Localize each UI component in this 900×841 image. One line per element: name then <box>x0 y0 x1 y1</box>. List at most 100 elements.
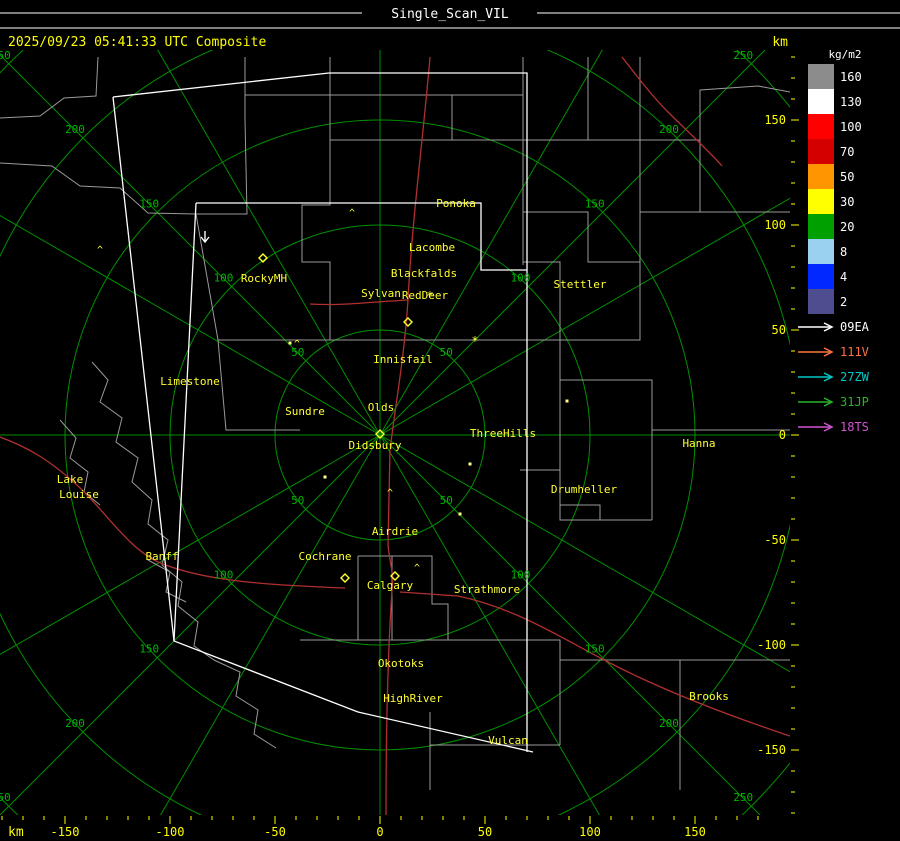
city-label: Sundre <box>285 405 325 418</box>
city-label: Strathmore <box>454 583 520 596</box>
legend-swatch <box>808 264 834 289</box>
legend-swatch <box>808 239 834 264</box>
right-axis-label: -50 <box>764 533 786 547</box>
city-label: Calgary <box>367 579 414 592</box>
city-label: Drumheller <box>551 483 618 496</box>
legend-swatch <box>808 89 834 114</box>
legend-value-label: 20 <box>840 220 854 234</box>
radar-id-label: 18TS <box>840 420 869 434</box>
range-label: 50 <box>291 494 304 507</box>
city-label: Lacombe <box>409 241 455 254</box>
right-axis-label: 150 <box>764 113 786 127</box>
legend-swatch <box>808 64 834 89</box>
legend-swatch <box>808 189 834 214</box>
right-axis-label: -100 <box>757 638 786 652</box>
legend-value-label: 30 <box>840 195 854 209</box>
asterisk-icon: * <box>471 334 478 348</box>
city-label: Sylvan <box>361 287 401 300</box>
bottom-axis-label: -50 <box>264 825 286 839</box>
bottom-axis-label: 0 <box>376 825 383 839</box>
peak-caret-icon: ^ <box>414 563 420 574</box>
city-label: Vulcan <box>488 734 528 747</box>
city-label: Innisfail <box>373 353 433 366</box>
city-label: Didsbury <box>349 439 402 452</box>
city-label: ThreeHills <box>470 427 536 440</box>
radar-id-label: 111V <box>840 345 869 359</box>
bottom-axis-label: 100 <box>579 825 601 839</box>
legend-swatch <box>808 164 834 189</box>
city-label: Airdrie <box>372 525 418 538</box>
right-axis-label: 50 <box>772 323 786 337</box>
range-label: 200 <box>65 123 85 136</box>
range-label: 100 <box>511 568 531 581</box>
city-label: Hanna <box>682 437 715 450</box>
city-label: HighRiver <box>383 692 443 705</box>
city-label: Limestone <box>160 375 220 388</box>
range-label: 250 <box>0 791 11 804</box>
range-label: 100 <box>214 568 234 581</box>
point-dot-icon <box>565 399 569 403</box>
range-label: 250 <box>733 791 753 804</box>
city-label: Stettler <box>554 278 607 291</box>
legend-value-label: 4 <box>840 270 847 284</box>
legend-value-label: 100 <box>840 120 862 134</box>
radar-id-label: 31JP <box>840 395 869 409</box>
peak-caret-icon: ^ <box>97 245 103 256</box>
bottom-axis-label: 50 <box>478 825 492 839</box>
range-label: 50 <box>440 494 453 507</box>
timestamp-label: 2025/09/23 05:41:33 UTC Composite <box>8 35 266 50</box>
city-label: RockyMH <box>241 272 287 285</box>
radar-id-label: 27ZW <box>840 370 870 384</box>
city-label: Brooks <box>689 690 729 703</box>
legend-value-label: 130 <box>840 95 862 109</box>
radar-viewer-window: Single_Scan_VIL 2025/09/23 05:41:33 UTC … <box>0 0 900 841</box>
legend-value-label: 70 <box>840 145 854 159</box>
range-label: 200 <box>659 717 679 730</box>
legend-swatch <box>808 114 834 139</box>
point-dot-icon <box>458 512 462 516</box>
legend-value-label: 8 <box>840 245 847 259</box>
window-title: Single_Scan_VIL <box>391 7 509 22</box>
right-axis-unit-label: km <box>772 35 788 50</box>
legend-swatch <box>808 214 834 239</box>
range-label: 150 <box>139 197 159 210</box>
radar-display: Single_Scan_VIL 2025/09/23 05:41:33 UTC … <box>0 0 900 841</box>
bottom-axis-label: 150 <box>684 825 706 839</box>
city-label: Olds <box>368 401 395 414</box>
point-dot-icon <box>288 341 292 345</box>
range-label: 100 <box>511 272 531 285</box>
city-label: Cochrane <box>299 550 352 563</box>
range-label: 100 <box>214 272 234 285</box>
point-dot-icon <box>468 462 472 466</box>
peak-caret-icon: ^ <box>294 339 300 350</box>
legend-swatch <box>808 139 834 164</box>
legend-value-label: 2 <box>840 295 847 309</box>
bottom-axis-unit-label: km <box>8 825 24 840</box>
right-axis-label: -150 <box>757 743 786 757</box>
range-label: 200 <box>65 717 85 730</box>
city-label: Okotoks <box>378 657 424 670</box>
radar-id-label: 09EA <box>840 320 870 334</box>
city-label: Blackfalds <box>391 267 457 280</box>
right-axis-label: 100 <box>764 218 786 232</box>
range-label: 50 <box>440 346 453 359</box>
range-label: 250 <box>733 49 753 62</box>
range-label: 250 <box>0 49 11 62</box>
peak-caret-icon: ^ <box>349 208 355 219</box>
peak-caret-icon: ^ <box>387 488 393 499</box>
city-label: Louise <box>59 488 99 501</box>
legend-unit-label: kg/m2 <box>828 48 861 61</box>
point-dot-icon <box>323 475 327 479</box>
legend-value-label: 160 <box>840 70 862 84</box>
city-label: Ponoka <box>436 197 476 210</box>
bottom-axis-label: -150 <box>51 825 80 839</box>
range-label: 200 <box>659 123 679 136</box>
right-axis-label: 0 <box>779 428 786 442</box>
city-label: Lake <box>57 473 84 486</box>
range-label: 150 <box>585 197 605 210</box>
range-label: 150 <box>139 643 159 656</box>
city-label: RedDeer <box>402 289 449 302</box>
bottom-axis-label: -100 <box>156 825 185 839</box>
legend-value-label: 50 <box>840 170 854 184</box>
legend-swatch <box>808 289 834 314</box>
